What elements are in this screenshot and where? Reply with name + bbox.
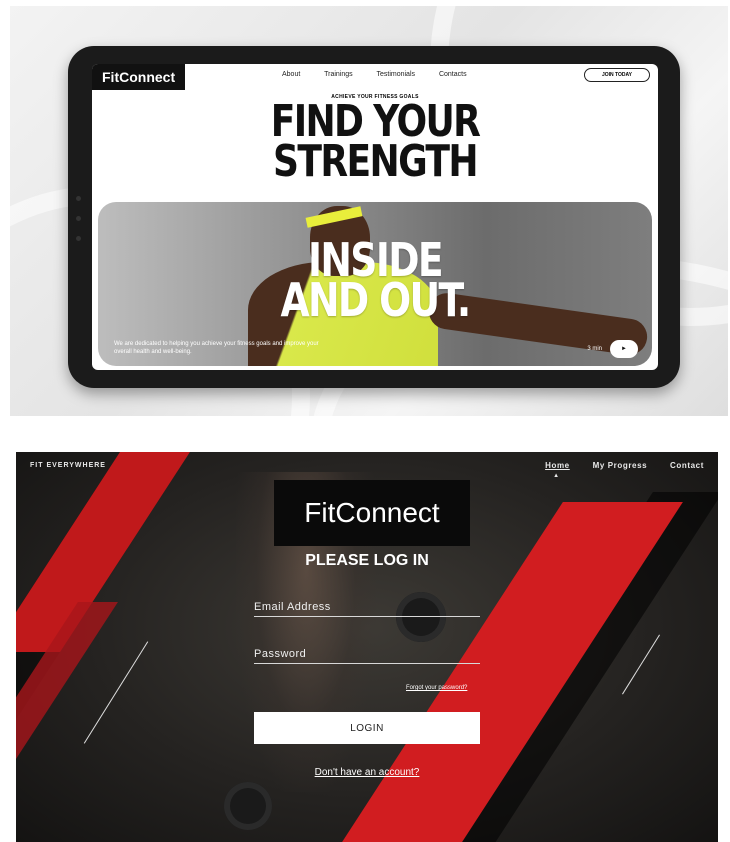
tablet-camera-dot	[76, 236, 81, 241]
tablet-screen: FitConnect About Trainings Testimonials …	[92, 64, 658, 370]
nav-item-contact[interactable]: Contact	[670, 461, 704, 470]
decor-line	[622, 634, 660, 695]
login-page: FIT EVERYWHERE Home ▲ My Progress Contact…	[16, 452, 718, 842]
hero-description: We are dedicated to helping you achieve …	[114, 341, 319, 355]
join-today-button[interactable]: JOIN TODAY	[584, 68, 650, 82]
top-nav: Home ▲ My Progress Contact	[505, 461, 704, 479]
tablet-camera-dot	[76, 196, 81, 201]
decor-line	[83, 641, 149, 744]
nav-home-label: Home	[545, 461, 570, 470]
tablet-mockup-panel: FitConnect About Trainings Testimonials …	[10, 6, 728, 416]
nav-item-testimonials[interactable]: Testimonials	[376, 71, 415, 78]
signup-link[interactable]: Don't have an account?	[16, 767, 718, 778]
main-nav: About Trainings Testimonials Contacts	[282, 71, 489, 78]
video-duration: 3 min	[587, 346, 602, 352]
play-icon: ►	[621, 346, 627, 352]
overlay-line-2: AND OUT.	[280, 273, 471, 327]
login-title: PLEASE LOG IN	[305, 552, 429, 569]
tablet-camera-dot	[76, 216, 81, 221]
nav-item-contacts[interactable]: Contacts	[439, 71, 467, 78]
tablet-device: FitConnect About Trainings Testimonials …	[68, 46, 680, 388]
hero-image: INSIDE AND OUT. We are dedicated to help…	[98, 202, 652, 366]
site-tagline: FIT EVERYWHERE	[30, 462, 106, 469]
hero-overlay-text: INSIDE AND OUT.	[148, 237, 602, 327]
play-button[interactable]: ►	[610, 340, 638, 358]
headline-line-2: STRENGTH	[273, 136, 479, 187]
nav-item-home[interactable]: Home ▲	[525, 461, 570, 479]
active-caret-icon: ▲	[553, 473, 560, 479]
nav-item-about[interactable]: About	[282, 71, 300, 78]
forgot-password-link[interactable]: Forgot your password?	[406, 685, 467, 691]
nav-item-my-progress[interactable]: My Progress	[593, 461, 648, 470]
hero-headline: FIND YOUR STRENGTH	[143, 100, 607, 187]
email-field[interactable]	[254, 597, 480, 617]
fitconnect-logo: FitConnect	[274, 480, 470, 546]
login-button[interactable]: LOGIN	[254, 712, 480, 744]
nav-item-trainings[interactable]: Trainings	[324, 71, 353, 78]
password-field[interactable]	[254, 644, 480, 664]
dumbbell-image	[224, 782, 272, 830]
brand-logo[interactable]: FitConnect	[92, 64, 186, 90]
